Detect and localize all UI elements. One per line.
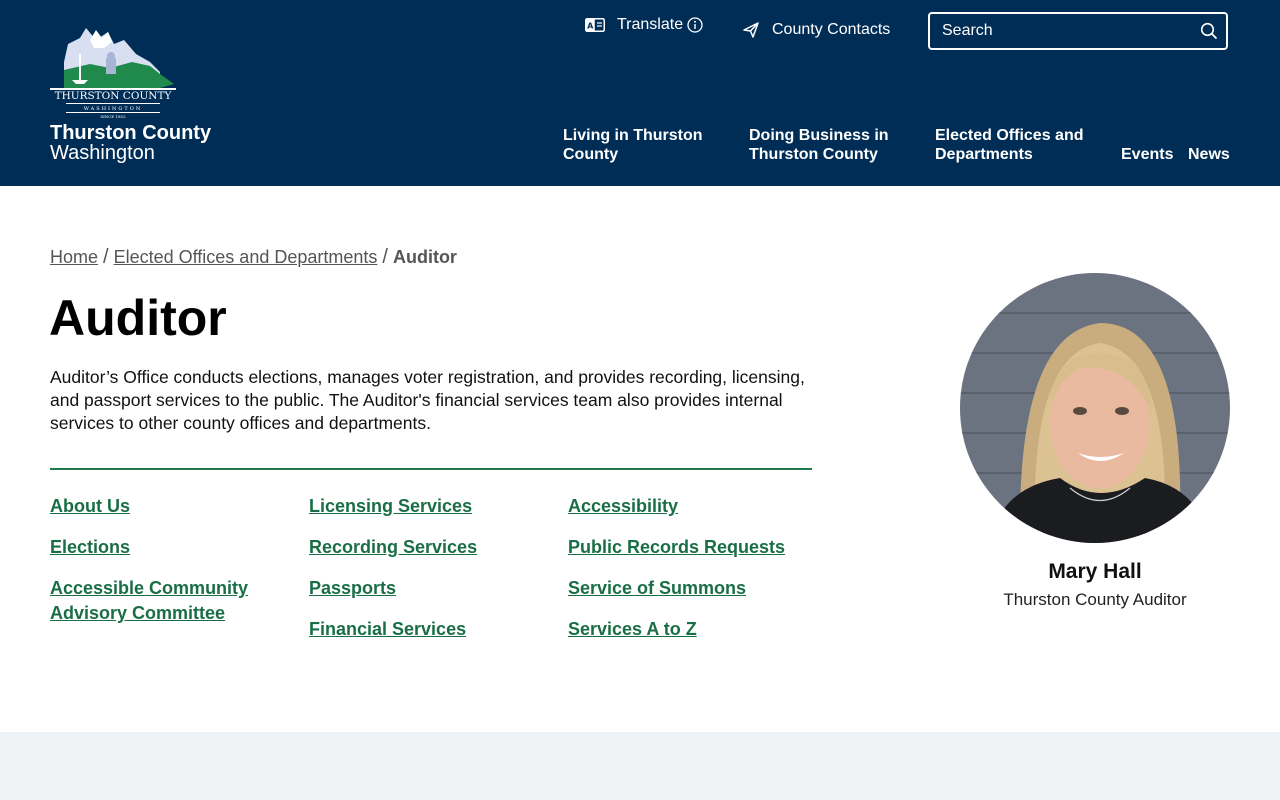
portrait-image: [960, 273, 1230, 543]
nav-label-line: Thurston County: [749, 146, 878, 163]
auditor-photo: [960, 273, 1230, 543]
site-header: THURSTON COUNTY WASHINGTON SINCE 1852 Th…: [0, 0, 1280, 186]
link-financial-services[interactable]: Financial Services: [309, 617, 549, 642]
link-licensing-services[interactable]: Licensing Services: [309, 494, 549, 519]
link-elections[interactable]: Elections: [50, 535, 290, 560]
link-accessible-community-advisory-committee[interactable]: Accessible Community Advisory Committee: [50, 576, 290, 626]
nav-doing-business[interactable]: Doing Business in Thurston County: [749, 126, 889, 164]
svg-text:A: A: [587, 22, 594, 31]
nav-label-line: Living in Thurston: [563, 127, 703, 144]
quick-links-column-2: Licensing Services Recording Services Pa…: [309, 494, 549, 658]
svg-text:WASHINGTON: WASHINGTON: [84, 106, 142, 112]
auditor-name: Mary Hall: [1048, 560, 1142, 583]
link-passports[interactable]: Passports: [309, 576, 549, 601]
auditor-title: Thurston County Auditor: [1003, 590, 1187, 609]
search-icon[interactable]: [1200, 22, 1218, 40]
breadcrumb: Home / Elected Offices and Departments /…: [50, 246, 457, 269]
nav-label-line: County: [563, 146, 619, 163]
info-icon: [687, 17, 703, 33]
breadcrumb-parent-link[interactable]: Elected Offices and Departments: [114, 247, 378, 268]
nav-living-in-thurston-county[interactable]: Living in Thurston County: [563, 126, 703, 164]
search-box: [928, 12, 1228, 50]
site-subtitle[interactable]: Washington: [50, 143, 155, 163]
link-service-of-summons[interactable]: Service of Summons: [568, 576, 812, 601]
section-divider: [50, 468, 812, 470]
nav-events[interactable]: Events: [1121, 145, 1173, 164]
county-contacts-label: County Contacts: [772, 21, 891, 38]
county-seal-icon: THURSTON COUNTY WASHINGTON SINCE 1852: [50, 28, 176, 119]
page-intro: Auditor’s Office conducts elections, man…: [50, 367, 805, 433]
quick-links-column-1: About Us Elections Accessible Community …: [50, 494, 290, 642]
breadcrumb-current: Auditor: [392, 247, 457, 267]
translate-label: Translate: [617, 16, 684, 33]
svg-text:THURSTON COUNTY: THURSTON COUNTY: [55, 90, 173, 102]
link-accessibility[interactable]: Accessibility: [568, 494, 812, 519]
nav-elected-offices[interactable]: Elected Offices and Departments: [935, 126, 1084, 164]
breadcrumb-home-link[interactable]: Home: [50, 247, 98, 268]
send-icon: [743, 22, 759, 38]
site-name[interactable]: Thurston County: [50, 123, 211, 143]
page-title: Auditor: [49, 290, 227, 346]
svg-text:SINCE 1852: SINCE 1852: [100, 114, 126, 119]
link-recording-services[interactable]: Recording Services: [309, 535, 549, 560]
translate-icon: A: [585, 18, 605, 32]
footer-band: [0, 732, 1280, 800]
nav-label-line: Departments: [935, 146, 1033, 163]
breadcrumb-separator: /: [382, 246, 388, 268]
quick-links-column-3: Accessibility Public Records Requests Se…: [568, 494, 812, 658]
nav-label-line: Elected Offices and: [935, 127, 1084, 144]
link-about-us[interactable]: About Us: [50, 494, 290, 519]
nav-news[interactable]: News: [1188, 145, 1230, 164]
breadcrumb-separator: /: [103, 246, 109, 268]
translate-button[interactable]: A Translate: [585, 14, 703, 36]
link-public-records-requests[interactable]: Public Records Requests: [568, 535, 812, 560]
search-input[interactable]: [930, 14, 1190, 48]
link-services-a-to-z[interactable]: Services A to Z: [568, 617, 812, 642]
county-contacts-link[interactable]: County Contacts: [742, 19, 890, 41]
nav-label-line: Doing Business in: [749, 127, 889, 144]
county-logo[interactable]: THURSTON COUNTY WASHINGTON SINCE 1852: [50, 24, 176, 120]
